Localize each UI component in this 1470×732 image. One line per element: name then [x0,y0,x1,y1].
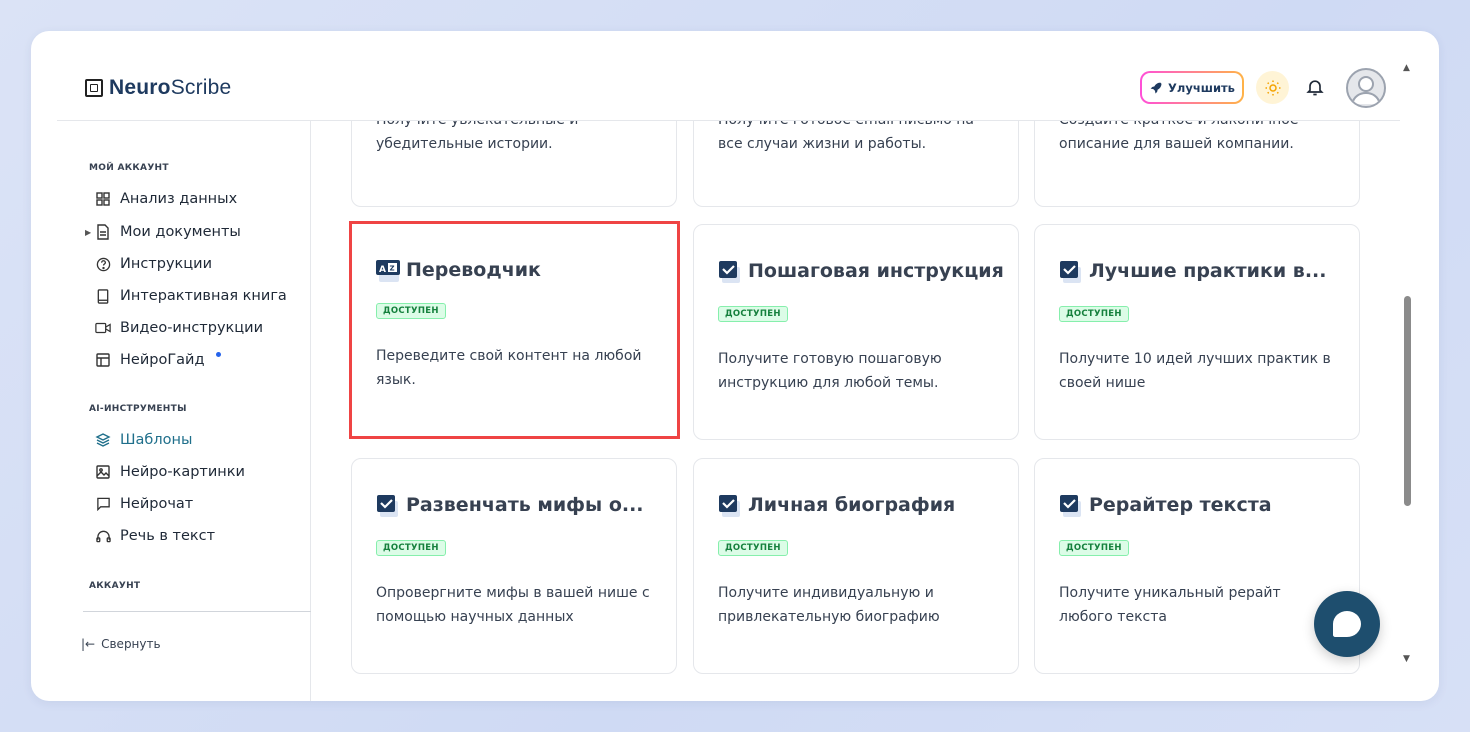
status-badge: ДОСТУПЕН [376,303,446,319]
status-badge: ДОСТУПЕН [376,540,446,556]
user-icon [1351,76,1381,105]
sidebar-item-interactive-book[interactable]: Интерактивная книга [95,285,287,307]
template-card-step-by-step[interactable]: Пошаговая инструкция ДОСТУПЕН Получите г… [693,224,1019,440]
rocket-icon [1150,82,1162,94]
card-description: Получите уникальный рерайт любого текста [1059,585,1281,625]
sidebar-item-video-instructions[interactable]: Видео-инструкции [95,317,263,339]
card-description: Получите индивидуальную и привлекательну… [718,585,940,625]
chat-icon [95,496,111,512]
card-title: Личная биография [748,494,956,516]
sidebar-item-data-analysis[interactable]: Анализ данных [95,188,237,210]
document-icon [95,224,111,240]
upgrade-button[interactable]: Улучшить [1140,71,1244,104]
sidebar-item-neuroguide[interactable]: НейроГайд [95,349,221,371]
card-description-line: Получите готовое email письмо на [718,121,998,132]
template-card-partial-3[interactable]: Создайте краткое и лаконичное описание д… [1034,121,1360,207]
section-title-account: АККАУНТ [89,581,141,591]
sidebar-item-neurochat[interactable]: Нейрочат [95,493,193,515]
card-description-line: описание для вашей компании. [1059,136,1294,152]
card-title: Развенчать мифы о... [406,494,644,516]
checkbox-icon [1059,493,1081,517]
book-icon [95,288,111,304]
card-description: Получите готовую пошаговую инструкцию дл… [718,351,942,391]
grid-icon [95,191,111,207]
help-circle-icon [95,256,111,272]
brand-name: NeuroScribe [109,76,232,99]
sidebar-divider [83,611,311,612]
sidebar: МОЙ АККАУНТ Анализ данных ▶ Мои документ… [57,121,311,701]
brand-logo[interactable]: NeuroScribe [85,76,231,100]
card-description: Переведите свой контент на любой язык. [376,348,642,388]
translate-icon: AZ [376,258,400,282]
top-header: NeuroScribe Улучшить [57,31,1400,121]
image-icon [95,464,111,480]
sidebar-item-my-documents[interactable]: ▶ Мои документы [85,221,241,243]
upgrade-label: Улучшить [1168,80,1235,95]
bell-icon [1306,80,1324,96]
checkbox-icon [718,259,740,283]
app-window: NeuroScribe Улучшить МОЙ АККАУНТ Анализ … [31,31,1439,701]
new-indicator-dot [215,351,221,357]
card-description-line: Получите увлекательные и [376,121,656,132]
svg-text:Z: Z [390,265,395,273]
sidebar-item-templates[interactable]: Шаблоны [95,429,192,451]
logo-icon [85,79,103,97]
card-description-line: убедительные истории. [376,136,553,152]
avatar[interactable] [1346,68,1386,108]
scroll-down-arrow-icon[interactable]: ▼ [1403,654,1410,664]
scroll-up-arrow-icon[interactable]: ▲ [1403,63,1410,73]
scrollbar-thumb[interactable] [1404,296,1411,506]
status-badge: ДОСТУПЕН [1059,306,1129,322]
checkbox-icon [1059,259,1081,283]
templates-grid: Получите увлекательные и убедительные ис… [311,121,1400,701]
collapse-sidebar-button[interactable]: |← Свернуть [81,637,161,651]
svg-text:A: A [379,265,386,275]
layout-icon [95,352,111,368]
template-card-partial-1[interactable]: Получите увлекательные и убедительные ис… [351,121,677,207]
card-description-line: все случаи жизни и работы. [718,136,927,152]
sidebar-item-instructions[interactable]: Инструкции [95,253,212,275]
chat-bubble-icon [1333,611,1361,637]
card-description: Получите 10 идей лучших практик в своей … [1059,351,1331,391]
theme-toggle-button[interactable] [1256,71,1289,104]
status-badge: ДОСТУПЕН [718,540,788,556]
collapse-arrow-icon: |← [81,637,96,651]
status-badge: ДОСТУПЕН [1059,540,1129,556]
video-icon [95,320,111,336]
notifications-button[interactable] [1302,74,1328,100]
card-title: Лучшие практики в... [1089,260,1327,282]
section-title-ai-tools: AI-ИНСТРУМЕНТЫ [89,404,187,414]
template-card-text-rewriter[interactable]: Рерайтер текста ДОСТУПЕН Получите уникал… [1034,458,1360,674]
card-description: Опровергните мифы в вашей нише с помощью… [376,585,650,625]
checkbox-icon [376,493,398,517]
template-card-partial-2[interactable]: Получите готовое email письмо на все слу… [693,121,1019,207]
status-badge: ДОСТУПЕН [718,306,788,322]
card-description-line: Создайте краткое и лаконичное [1059,121,1339,132]
template-card-translator[interactable]: AZ Переводчик ДОСТУПЕН Переведите свой к… [349,221,680,439]
section-title-my-account: МОЙ АККАУНТ [89,163,169,173]
sun-icon [1265,80,1280,95]
sidebar-item-neuro-images[interactable]: Нейро-картинки [95,461,245,483]
template-card-debunk-myths[interactable]: Развенчать мифы о... ДОСТУПЕН Опровергни… [351,458,677,674]
layers-icon [95,432,111,448]
sidebar-item-speech-to-text[interactable]: Речь в текст [95,525,215,547]
card-title: Пошаговая инструкция [748,260,1004,282]
card-title: Переводчик [406,259,541,281]
card-title: Рерайтер текста [1089,494,1272,516]
template-card-best-practices[interactable]: Лучшие практики в... ДОСТУПЕН Получите 1… [1034,224,1360,440]
headphones-icon [95,528,111,544]
template-card-personal-biography[interactable]: Личная биография ДОСТУПЕН Получите индив… [693,458,1019,674]
chat-widget-button[interactable] [1314,591,1380,657]
caret-right-icon[interactable]: ▶ [85,228,91,237]
checkbox-icon [718,493,740,517]
